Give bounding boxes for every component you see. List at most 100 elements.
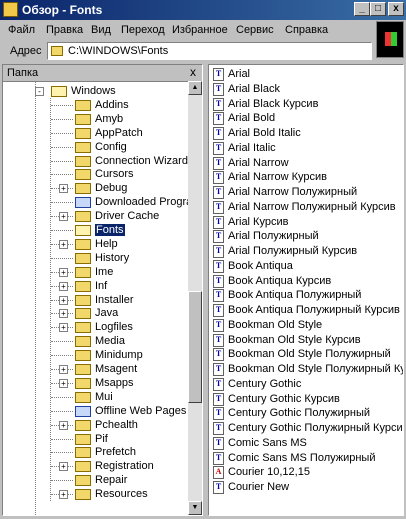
font-file-name: Arial: [228, 68, 251, 80]
truetype-font-icon: T: [213, 186, 224, 199]
menu-help[interactable]: Справка: [285, 24, 328, 36]
menu-view[interactable]: Вид: [91, 24, 111, 36]
address-label: Адрес: [10, 45, 42, 57]
special-folder-icon: [75, 197, 91, 209]
font-file-name: Arial Bold: [228, 112, 276, 125]
truetype-font-icon: T: [213, 215, 224, 229]
truetype-font-icon: T: [213, 318, 224, 332]
maximize-button[interactable]: □: [370, 2, 386, 16]
tree-branch-line: [51, 160, 73, 162]
expand-icon[interactable]: +: [59, 212, 68, 222]
menu-file[interactable]: Файл: [8, 24, 35, 36]
title-bar[interactable]: Обзор - Fonts _ □ x: [0, 0, 406, 20]
truetype-font-icon: T: [213, 407, 224, 421]
folder-icon: [75, 211, 91, 223]
folder-window-icon: [3, 2, 18, 17]
tree-item-label: Resources: [95, 488, 148, 501]
font-file-name: Arial Курсив: [228, 215, 289, 228]
address-input[interactable]: C:\WINDOWS\Fonts: [47, 42, 372, 60]
tree-item-label: Fonts: [95, 224, 125, 236]
tree-item-label: Media: [95, 335, 125, 348]
folder-icon: [75, 475, 91, 487]
truetype-font-icon: T: [213, 377, 224, 391]
collapse-icon[interactable]: -: [35, 87, 44, 96]
tree-branch-line: [51, 410, 73, 412]
close-button[interactable]: x: [388, 2, 404, 16]
tree-item-label: Repair: [95, 474, 128, 487]
folder-icon: [75, 252, 91, 264]
folder-icon: [75, 461, 91, 473]
font-file-name: Arial Narrow Курсив: [228, 171, 327, 184]
expand-icon[interactable]: +: [59, 323, 68, 333]
truetype-font-icon: T: [213, 245, 224, 258]
folder-icon: [75, 155, 91, 167]
tree-branch-line: [51, 452, 73, 454]
folder-icon: [75, 294, 91, 306]
tree-scrollbar[interactable]: ▲ ▼: [188, 81, 202, 515]
expand-icon[interactable]: +: [59, 420, 68, 430]
folder-icon: [75, 99, 91, 111]
truetype-font-icon: T: [213, 259, 224, 273]
font-file-name: Century Gothic: [228, 377, 302, 390]
close-pane-button[interactable]: x: [190, 65, 196, 79]
scroll-up-button[interactable]: ▲: [188, 81, 202, 95]
tree-branch-line: [51, 118, 73, 120]
truetype-font-icon: T: [213, 392, 224, 406]
tree-item-label: Prefetch: [95, 446, 136, 459]
menu-favorites[interactable]: Избранное: [172, 24, 228, 36]
folder-icon: [75, 266, 91, 278]
minimize-button[interactable]: _: [354, 2, 370, 16]
truetype-font-icon: T: [213, 289, 224, 303]
truetype-font-icon: T: [213, 422, 224, 435]
font-file-name: Book Antiqua Полужирный: [228, 289, 362, 302]
menu-go[interactable]: Переход: [121, 24, 165, 36]
tree-item-label: Java: [95, 307, 119, 320]
folder-icon: [75, 433, 91, 445]
expand-icon[interactable]: +: [59, 378, 68, 388]
expand-icon[interactable]: +: [59, 365, 68, 374]
folder-icon: [75, 169, 91, 181]
expand-icon[interactable]: +: [59, 281, 68, 291]
font-file-name: Arial Narrow Полужирный: [228, 186, 358, 198]
tree-item-label: Msapps: [95, 376, 134, 389]
windows-flag-icon: [385, 32, 397, 46]
folder-icon: [75, 419, 91, 431]
expand-icon[interactable]: +: [59, 462, 68, 472]
folder-icon: [75, 322, 91, 334]
font-file-name: Book Antiqua: [228, 259, 293, 272]
folder-icon: [75, 377, 91, 389]
font-file-name: Arial Полужирный: [228, 230, 319, 243]
tree-branch-line: [51, 132, 73, 134]
expand-icon[interactable]: +: [59, 184, 68, 194]
font-file-name: Arial Полужирный Курсив: [228, 245, 358, 257]
folders-pane-title: Папка: [7, 67, 39, 79]
fonts-list-pane: T Arial T Arial Black T Arial Black Курсив T Ar…: [208, 64, 404, 516]
tree-item-label: Ime: [95, 265, 114, 278]
menu-tools[interactable]: Сервис: [236, 24, 274, 36]
truetype-font-icon: T: [213, 451, 224, 465]
scroll-thumb[interactable]: [188, 291, 202, 403]
tree-branch-line: [51, 355, 73, 357]
menu-bar: Файл Правка Вид Переход Избранное Сервис…: [0, 21, 406, 40]
truetype-font-icon: T: [213, 68, 224, 81]
tree-branch-line: [51, 438, 73, 440]
expand-icon[interactable]: +: [59, 239, 68, 249]
expand-icon[interactable]: +: [59, 295, 68, 305]
truetype-font-icon: T: [213, 230, 224, 244]
folder-icon: [75, 350, 91, 362]
expand-icon[interactable]: +: [59, 309, 68, 319]
tree-item-label: Config: [95, 140, 127, 153]
tree-branch-line: [51, 230, 73, 231]
truetype-font-icon: T: [213, 348, 224, 362]
address-value: C:\WINDOWS\Fonts: [68, 45, 169, 57]
tree-item-label: Downloaded Program Fi: [95, 196, 203, 209]
expand-icon[interactable]: +: [59, 267, 68, 277]
tree-item-label: Installer: [95, 293, 134, 306]
folder-icon: [51, 46, 63, 56]
menu-edit[interactable]: Правка: [46, 24, 83, 36]
font-file-name: Bookman Old Style Полужирный Курсив: [228, 363, 403, 375]
tree-item-label: Connection Wizard: [95, 154, 188, 167]
expand-icon[interactable]: +: [59, 490, 68, 500]
truetype-font-icon: T: [213, 82, 224, 96]
scroll-down-button[interactable]: ▼: [188, 501, 202, 515]
